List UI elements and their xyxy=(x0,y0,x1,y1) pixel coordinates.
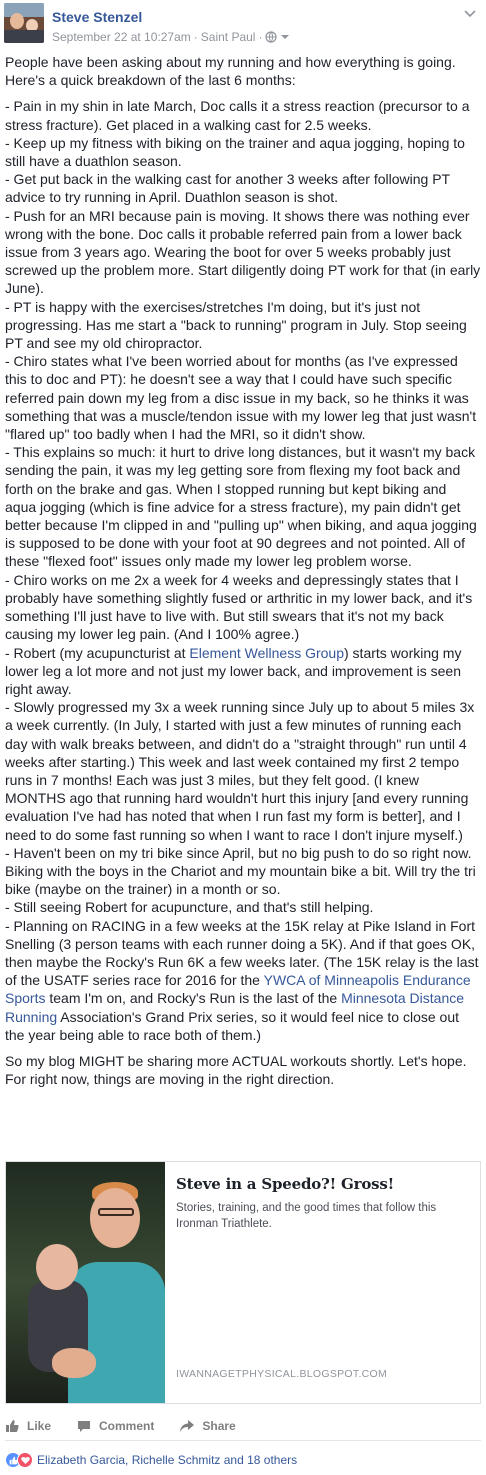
post-item: - Chiro works on me 2x a week for 4 week… xyxy=(5,571,477,643)
thumbs-up-icon xyxy=(6,1419,19,1432)
post-item-racing: - Planning on RACING in a few weeks at t… xyxy=(5,917,483,1043)
post-body: People have been asking about my running… xyxy=(5,53,481,1088)
post-intro: People have been asking about my running… xyxy=(5,54,460,89)
post-menu-chevron-icon[interactable] xyxy=(462,7,478,19)
post-item-robert: - Robert (my acupuncturist at Element We… xyxy=(5,644,466,697)
avatar[interactable] xyxy=(4,3,44,43)
post-list: - Pain in my shin in late March, Doc cal… xyxy=(5,97,481,1044)
post-meta: September 22 at 10:27am · Saint Paul · xyxy=(52,30,290,44)
comment-button[interactable]: Comment xyxy=(77,1419,154,1433)
reactions-names[interactable]: Elizabeth Garcia, Richelle Schmitz and 1… xyxy=(37,1453,297,1467)
post-timestamp[interactable]: September 22 at 10:27am xyxy=(52,30,191,44)
dropdown-chevron-icon[interactable] xyxy=(280,32,290,42)
share-button[interactable]: Share xyxy=(180,1418,236,1433)
post-closing: So my blog MIGHT be sharing more ACTUAL … xyxy=(5,1052,471,1088)
meta-separator: · xyxy=(193,30,198,44)
comment-label: Comment xyxy=(99,1418,155,1433)
post-item: - Pain in my shin in late March, Doc cal… xyxy=(5,98,474,133)
link-preview-image[interactable] xyxy=(6,1162,165,1403)
like-button[interactable]: Like xyxy=(5,1419,51,1433)
link-preview-title[interactable]: Steve in a Speedo?! Gross! xyxy=(176,1175,394,1193)
post-item: - Haven't been on my tri bike since Apri… xyxy=(5,844,480,898)
post-item: - Slowly progressed my 3x a week running… xyxy=(5,699,479,843)
meta-separator: · xyxy=(258,30,263,44)
link-preview-description: Stories, training, and the good times th… xyxy=(176,1202,437,1230)
post-item: - Get put back in the walking cast for a… xyxy=(5,171,454,206)
post-item: - Still seeing Robert for acupuncture, a… xyxy=(5,899,374,916)
globe-icon[interactable] xyxy=(265,31,278,43)
post-item: - Push for an MRI because pain is moving… xyxy=(5,207,485,297)
author-name[interactable]: Steve Stenzel xyxy=(52,9,142,25)
post-item: - This explains so much: it hurt to driv… xyxy=(5,444,481,570)
post-location[interactable]: Saint Paul xyxy=(201,30,256,44)
post-item: - PT is happy with the exercises/stretch… xyxy=(5,298,471,352)
link-preview-text[interactable]: Steve in a Speedo?! Gross! Stories, trai… xyxy=(176,1162,476,1403)
link-preview-domain: IWANNAGETPHYSICAL.BLOGSPOT.COM xyxy=(176,1368,388,1380)
element-wellness-link[interactable]: Element Wellness Group xyxy=(189,645,344,661)
love-reaction-icon xyxy=(17,1452,33,1468)
post-item: - Keep up my fitness with biking on the … xyxy=(5,134,469,170)
link-preview-card[interactable]: Steve in a Speedo?! Gross! Stories, trai… xyxy=(5,1161,481,1404)
post-actions: Like Comment Share xyxy=(5,1411,481,1441)
comment-icon xyxy=(78,1420,91,1432)
post-item: - Chiro states what I've been worried ab… xyxy=(5,353,481,443)
share-arrow-icon xyxy=(180,1419,195,1432)
like-label: Like xyxy=(27,1418,52,1433)
reactions-summary[interactable]: Elizabeth Garcia, Richelle Schmitz and 1… xyxy=(5,1451,297,1469)
share-label: Share xyxy=(202,1418,236,1433)
post-header: Steve Stenzel September 22 at 10:27am · … xyxy=(4,3,482,45)
